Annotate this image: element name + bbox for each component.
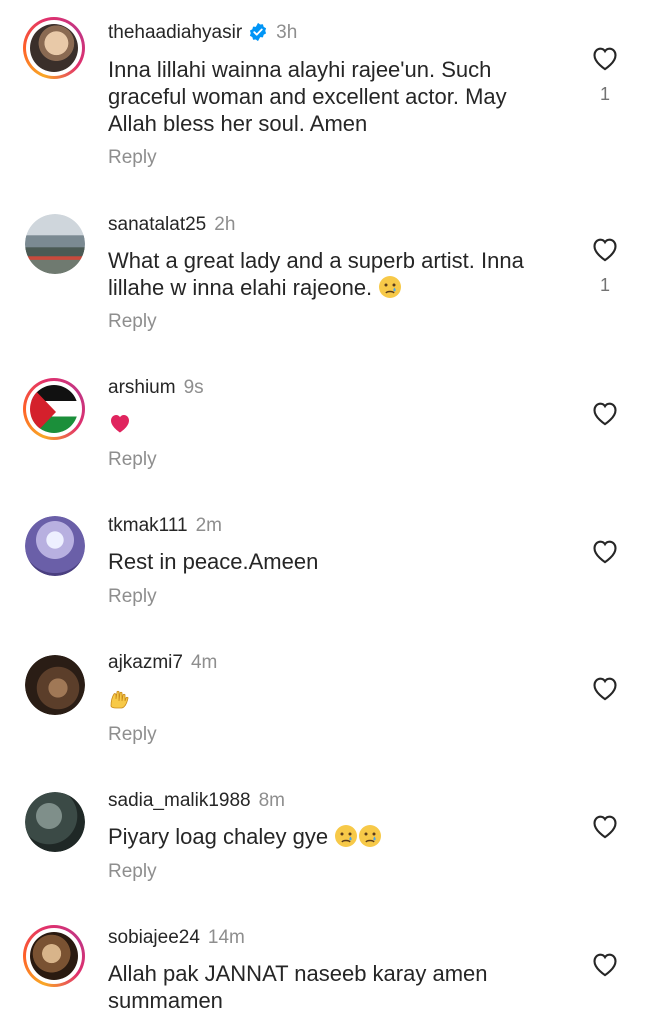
username[interactable]: sadia_malik1988 (108, 790, 251, 811)
crying-face-icon (335, 825, 358, 847)
crying-face-icon (359, 825, 382, 847)
comment-time: 2m (195, 515, 222, 536)
avatar[interactable] (23, 17, 85, 79)
heart-like-icon[interactable] (591, 951, 619, 977)
comment-text-body: Piyary loag chaley gye (108, 824, 329, 849)
like-count: 1 (599, 84, 610, 104)
reply-button[interactable]: Reply (108, 449, 157, 471)
red-heart-icon (111, 415, 129, 433)
reply-button[interactable]: Reply (108, 861, 157, 883)
comment-text (108, 685, 558, 712)
reply-button[interactable]: Reply (108, 586, 157, 608)
comment-time: 8m (258, 790, 285, 811)
username[interactable]: tkmak111 (108, 515, 188, 536)
avatar[interactable] (25, 516, 85, 576)
avatar[interactable] (25, 655, 85, 715)
heart-like-icon[interactable] (591, 400, 619, 426)
comment-time: 2h (214, 214, 236, 235)
crying-face-icon (379, 276, 402, 298)
reply-button[interactable]: Reply (108, 311, 157, 333)
username[interactable]: sanatalat25 (108, 214, 206, 235)
comment-text: Inna lillahi wainna alayhi rajee'un. Suc… (108, 57, 507, 136)
heart-like-icon[interactable] (591, 813, 619, 839)
comment-time: 4m (190, 652, 218, 673)
username[interactable]: thehaadiahyasir (108, 22, 242, 43)
avatar[interactable] (25, 792, 85, 852)
heart-like-icon[interactable] (591, 538, 619, 564)
comment-text-body: What a great lady and a superb artist. I… (108, 248, 524, 300)
comment-time: 9s (183, 377, 204, 398)
reply-button[interactable]: Reply (108, 147, 157, 169)
avatar[interactable] (25, 214, 85, 274)
avatar[interactable] (23, 925, 85, 987)
avatar[interactable] (23, 378, 85, 440)
comment-text: What a great lady and a superb artist. I… (108, 247, 558, 301)
heart-like-icon[interactable] (591, 675, 619, 701)
comment-time: 14m (207, 927, 245, 948)
username[interactable]: ajkazmi7 (108, 652, 183, 673)
like-count: 1 (599, 275, 610, 295)
heart-like-icon[interactable] (591, 236, 619, 262)
username[interactable]: sobiajee24 (108, 927, 200, 948)
comment-text: Piyary loag chaley gye (108, 823, 558, 850)
comment-text: Allah pak JANNAT naseeb karay amen summa… (108, 961, 488, 1013)
heart-like-icon[interactable] (591, 45, 619, 71)
comment-time: 3h (276, 22, 298, 43)
palestine-flag-icon (30, 385, 56, 433)
comment-text (108, 410, 558, 437)
comment-text: Rest in peace.Ameen (108, 549, 319, 574)
verified-badge-icon (250, 22, 267, 42)
reply-button[interactable]: Reply (108, 724, 157, 746)
raised-hands-icon (110, 690, 129, 709)
username[interactable]: arshium (108, 377, 176, 398)
